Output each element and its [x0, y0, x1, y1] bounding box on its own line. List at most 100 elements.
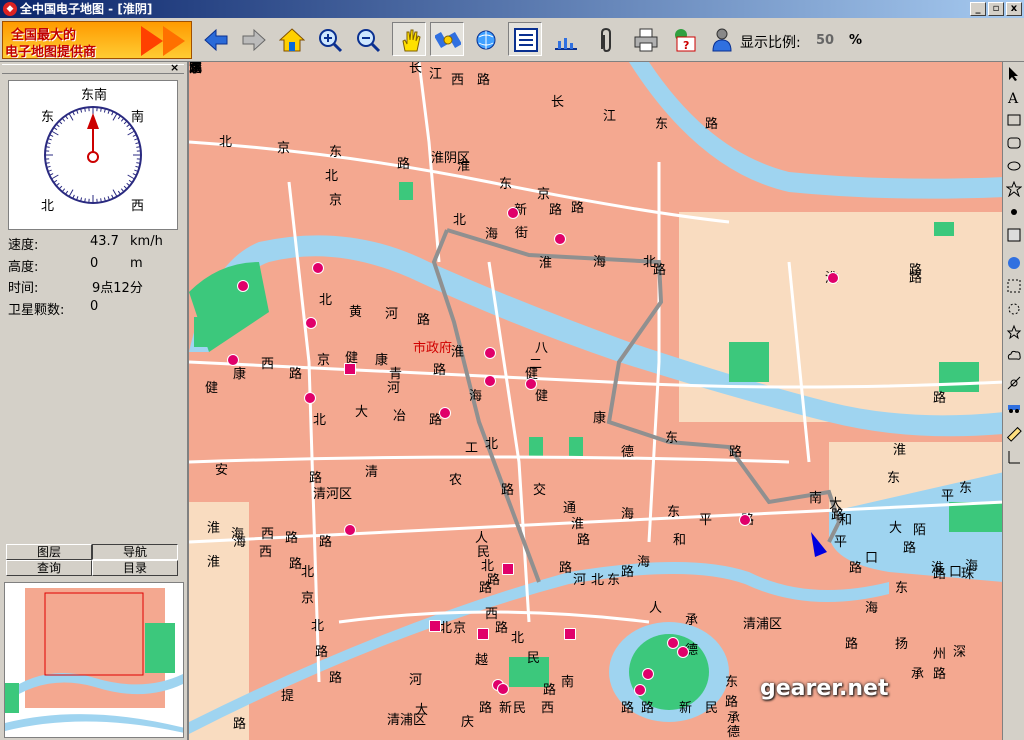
app-icon: ◆	[3, 2, 17, 16]
map-street-label: 清浦区	[743, 617, 783, 632]
map-street-label: 清	[365, 465, 379, 480]
poi-marker[interactable]	[739, 514, 751, 526]
map-street-label: 海	[469, 389, 483, 404]
list-button[interactable]	[508, 22, 542, 56]
region-select-icon[interactable]	[1006, 278, 1022, 294]
point-tool-icon[interactable]	[1006, 204, 1022, 220]
metro-marker[interactable]	[344, 363, 356, 375]
tab-query[interactable]: 查询	[6, 560, 92, 576]
scale-label: 显示比例:	[740, 35, 801, 51]
map-street-label: 路	[729, 445, 743, 460]
tab-catalog[interactable]: 目录	[92, 560, 178, 576]
poi-marker[interactable]	[642, 668, 654, 680]
back-button[interactable]	[198, 22, 232, 56]
poi-marker[interactable]	[564, 628, 576, 640]
satellite-button[interactable]	[430, 22, 464, 56]
map-street-label: 越	[475, 653, 489, 668]
cloud-select-icon[interactable]	[1006, 347, 1022, 363]
map-street-label: 路	[319, 535, 333, 550]
ellipse-tool-icon[interactable]	[1006, 158, 1022, 174]
user-button[interactable]	[704, 22, 738, 56]
tab-layers[interactable]: 图层	[6, 544, 92, 560]
poi-marker[interactable]	[634, 684, 646, 696]
map-street-label: 海	[485, 227, 499, 242]
poi-marker[interactable]	[305, 317, 317, 329]
poi-marker[interactable]	[525, 378, 537, 390]
poi-marker[interactable]	[667, 637, 679, 649]
map-street-label: 路	[641, 701, 655, 716]
map-street-label: 南	[809, 491, 823, 506]
rectangle-tool-icon[interactable]	[1006, 112, 1022, 128]
map-street-label: 东	[665, 431, 679, 446]
pointer-select-icon[interactable]	[1006, 301, 1022, 317]
metro-marker[interactable]	[502, 563, 514, 575]
map-street-label: 路	[909, 271, 923, 286]
print-button[interactable]	[628, 22, 662, 56]
scale-tool-icon[interactable]	[1006, 449, 1022, 465]
map-street-label: 西	[261, 357, 275, 372]
star-select-icon[interactable]	[1006, 324, 1022, 340]
poi-marker[interactable]	[497, 683, 509, 695]
overview-minimap[interactable]	[4, 582, 184, 738]
poi-marker[interactable]	[507, 207, 519, 219]
zoom-in-button[interactable]	[312, 22, 346, 56]
poi-marker[interactable]	[344, 524, 356, 536]
pan-button[interactable]	[392, 22, 426, 56]
map-street-label: 街	[515, 226, 529, 241]
poi-marker[interactable]	[312, 262, 324, 274]
drawing-toolbar: A	[1002, 62, 1024, 740]
poi-marker[interactable]	[429, 620, 441, 632]
map-street-label: 提	[281, 689, 295, 704]
poi-marker[interactable]	[439, 407, 451, 419]
globe-tool-icon[interactable]	[1006, 255, 1022, 271]
rounded-rect-tool-icon[interactable]	[1006, 135, 1022, 151]
home-button[interactable]	[274, 22, 308, 56]
map-street-label: 海	[621, 507, 635, 522]
map-street-label: 人	[475, 531, 489, 546]
attach-button[interactable]	[588, 22, 622, 56]
poi-marker[interactable]	[484, 375, 496, 387]
image-tool-icon[interactable]	[1006, 227, 1022, 243]
car-tool-icon[interactable]	[1006, 398, 1022, 414]
ruler-tool-icon[interactable]	[1006, 426, 1022, 442]
select-arrow-icon[interactable]	[1006, 66, 1022, 82]
map-street-label: 京	[329, 193, 343, 208]
close-button[interactable]: x	[1006, 2, 1022, 16]
map-street-label: 安	[215, 463, 229, 478]
poi-marker[interactable]	[827, 272, 839, 284]
satellite-tool-icon[interactable]	[1006, 375, 1022, 391]
help-button[interactable]: ?	[666, 22, 700, 56]
minimize-button[interactable]: _	[970, 2, 986, 16]
tab-navigation[interactable]: 导航	[92, 544, 178, 560]
star-tool-icon[interactable]	[1006, 181, 1022, 197]
poi-marker[interactable]	[477, 628, 489, 640]
chart-button[interactable]	[548, 22, 582, 56]
forward-button[interactable]	[236, 22, 270, 56]
back-arrow-icon	[204, 28, 228, 52]
compass-north: 北	[41, 199, 55, 214]
poi-marker[interactable]	[227, 354, 239, 366]
zoom-out-button[interactable]	[350, 22, 384, 56]
poi-marker[interactable]	[677, 646, 689, 658]
map-street-label: 路	[543, 683, 557, 698]
map-street-label: 交	[533, 483, 547, 498]
calendar-help-icon: ?	[675, 29, 696, 52]
poi-marker[interactable]	[554, 233, 566, 245]
ad-banner[interactable]: 全国最大的 电子地图提供商	[2, 21, 192, 59]
map-street-label: 河	[409, 673, 423, 688]
text-tool-icon[interactable]: A	[1006, 89, 1022, 105]
poi-marker[interactable]	[304, 392, 316, 404]
panel-close-button[interactable]: ×	[170, 62, 179, 73]
map-street-label: 路	[329, 671, 343, 686]
poi-marker[interactable]	[484, 347, 496, 359]
scale-value[interactable]: 50	[816, 33, 834, 48]
map-view[interactable]: 长江西路长江东路北京东路淮阴区淮北京东路北京路海新街淮海北路路淮路北黄河路市政府…	[187, 62, 1002, 740]
maximize-button[interactable]: ▫	[988, 2, 1004, 16]
map-street-label: 东	[887, 471, 901, 486]
map-street-label: 江	[429, 67, 443, 82]
map-street-label: 西	[485, 607, 499, 622]
poi-marker[interactable]	[237, 280, 249, 292]
map-street-label: 庆	[461, 715, 475, 730]
map-street-label: 大	[355, 405, 369, 420]
network-button[interactable]	[468, 22, 502, 56]
